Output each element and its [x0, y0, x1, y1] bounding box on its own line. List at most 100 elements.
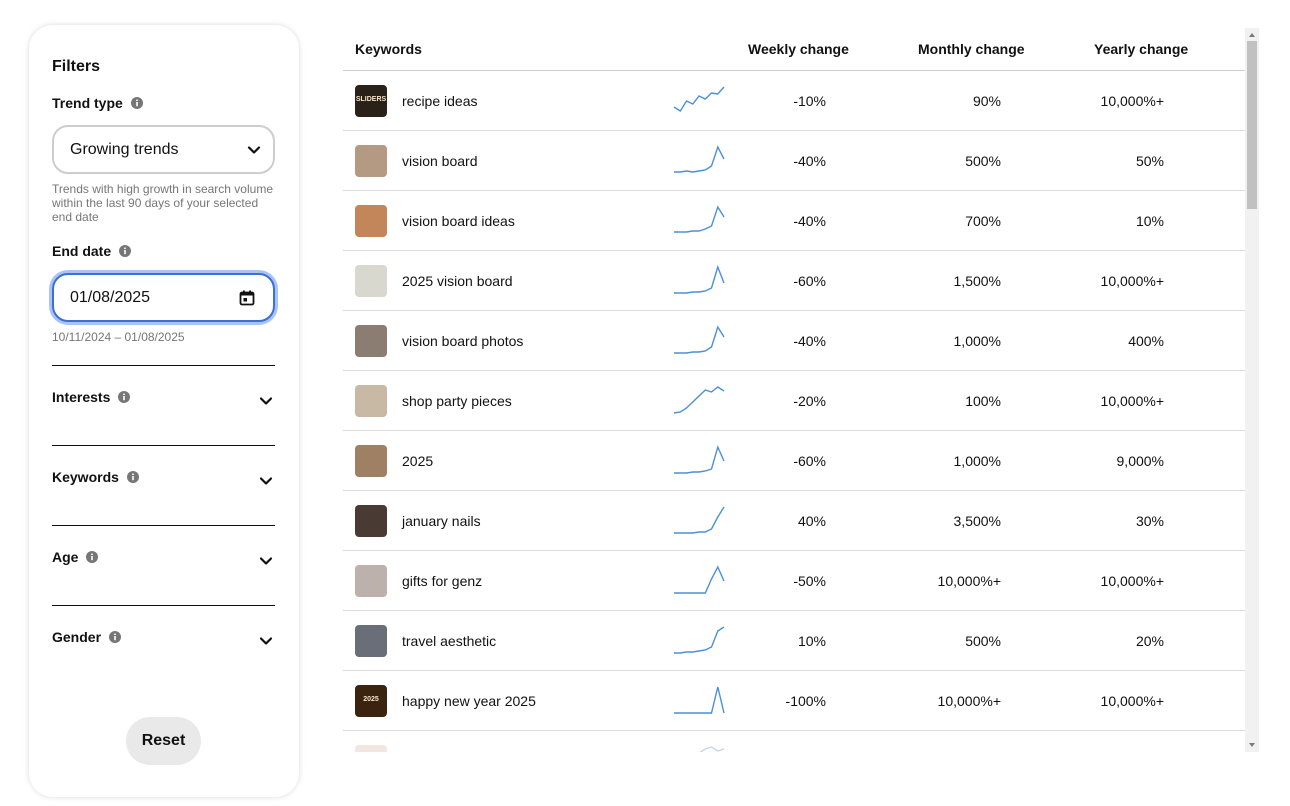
recipe-ideas-thumbnail: SLIDERS: [355, 85, 387, 117]
divider: [52, 525, 275, 526]
info-icon[interactable]: [119, 245, 132, 257]
age-label-row: Age: [52, 549, 99, 565]
happy-new-year-2025-thumbnail: 2025: [355, 685, 387, 717]
trend-sparkline: [674, 565, 725, 594]
keyword-link[interactable]: vision board: [402, 153, 478, 169]
keyword-link[interactable]: vision board photos: [402, 333, 523, 349]
interests-label-row: Interests: [52, 389, 131, 405]
trend-type-label-row: Trend type: [52, 95, 143, 111]
table-row[interactable]: 2025 happy new year 2025 -100% 10,000%+ 10,0…: [343, 671, 1245, 731]
scroll-down-arrow-icon[interactable]: [1248, 741, 1256, 749]
end-date-label-row: End date: [52, 243, 132, 259]
accordion-keywords[interactable]: Keywords: [52, 469, 275, 509]
header-yearly-change[interactable]: Yearly change: [1094, 41, 1188, 57]
sparkline-path: [674, 145, 725, 173]
age-label: Age: [52, 549, 79, 565]
accordion-interests[interactable]: Interests: [52, 389, 275, 429]
trend-sparkline: [674, 686, 725, 714]
travel-aesthetic-thumbnail: [355, 625, 387, 657]
table-row[interactable]: vision board ideas -40% 700% 10%: [343, 191, 1245, 251]
table-row[interactable]: shop party pieces -20% 100% 10,000%+: [343, 371, 1245, 431]
monthly-change-value: 500%: [965, 633, 1001, 649]
table-header: Keywords Weekly change Monthly change Ye…: [343, 25, 1245, 71]
sparkline-path: [673, 86, 725, 112]
keyword-link[interactable]: happy new year 2025: [402, 693, 536, 709]
table-row[interactable]: january nails 40% 3,500% 30%: [343, 491, 1245, 551]
gifts-for-genz-thumbnail: [355, 565, 387, 597]
info-icon[interactable]: [86, 551, 99, 563]
weekly-change-value: -10%: [793, 93, 826, 109]
scrollbar[interactable]: [1245, 28, 1259, 752]
sparkline-path: [674, 205, 725, 233]
calendar-icon[interactable]: [239, 290, 255, 306]
trend-sparkline: [699, 746, 725, 752]
trend-type-select[interactable]: Growing trends: [52, 125, 275, 174]
keywords-label: Keywords: [52, 469, 119, 485]
accordion-age[interactable]: Age: [52, 549, 275, 589]
end-date-label: End date: [52, 243, 112, 259]
keyword-link[interactable]: gifts for genz: [402, 573, 482, 589]
keyword-link[interactable]: travel aesthetic: [402, 633, 496, 649]
weekly-change-value: -40%: [793, 333, 826, 349]
table-row[interactable]: SLIDERS recipe ideas -10% 90% 10,000%+: [343, 71, 1245, 131]
monthly-change-value: 1,000%: [953, 333, 1001, 349]
monthly-change-value: 500%: [965, 153, 1001, 169]
yearly-change-value: 9,000%: [1116, 453, 1164, 469]
divider: [52, 445, 275, 446]
sparkline-path: [673, 386, 725, 414]
keyword-link[interactable]: shop party pieces: [402, 393, 512, 409]
2025-thumbnail: [355, 445, 387, 477]
info-icon[interactable]: [118, 391, 131, 403]
keyword-link[interactable]: recipe ideas: [402, 93, 478, 109]
info-icon[interactable]: [126, 471, 139, 483]
monthly-change-value: 700%: [965, 213, 1001, 229]
table-row[interactable]: [343, 731, 1245, 752]
info-icon[interactable]: [130, 97, 143, 109]
gender-label: Gender: [52, 629, 102, 645]
sparkline-path: [674, 444, 725, 474]
trend-sparkline: [674, 626, 725, 654]
shop-party-pieces-thumbnail: [355, 385, 387, 417]
interests-label: Interests: [52, 389, 111, 405]
info-icon[interactable]: [109, 631, 122, 643]
weekly-change-value: 40%: [797, 513, 826, 529]
sparkline-path: [674, 626, 725, 654]
keyword-link[interactable]: january nails: [402, 513, 481, 529]
keyword-link[interactable]: 2025: [402, 453, 433, 469]
header-keywords[interactable]: Keywords: [355, 41, 422, 57]
scroll-up-arrow-icon[interactable]: [1248, 31, 1256, 39]
end-date-input[interactable]: 01/08/2025: [52, 273, 275, 322]
trend-sparkline: [673, 86, 725, 112]
chevron-down-icon: [259, 397, 273, 405]
reset-button[interactable]: Reset: [126, 717, 201, 765]
keyword-link[interactable]: 2025 vision board: [402, 273, 513, 289]
end-date-range: 10/11/2024 – 01/08/2025: [52, 330, 185, 344]
yearly-change-value: 400%: [1128, 333, 1164, 349]
yearly-change-value: 10,000%+: [1100, 573, 1164, 589]
header-monthly-change[interactable]: Monthly change: [918, 41, 1025, 57]
gender-label-row: Gender: [52, 629, 122, 645]
table-row[interactable]: vision board -40% 500% 50%: [343, 131, 1245, 191]
table-row[interactable]: 2025 vision board -60% 1,500% 10,000%+: [343, 251, 1245, 311]
thumbnail-text: SLIDERS: [355, 96, 387, 103]
table-row[interactable]: gifts for genz -50% 10,000%+ 10,000%+: [343, 551, 1245, 611]
weekly-change-value: -50%: [793, 573, 826, 589]
keywords-label-row: Keywords: [52, 469, 139, 485]
chevron-down-icon: [247, 145, 261, 154]
keyword-link[interactable]: vision board ideas: [402, 213, 515, 229]
weekly-change-value: 10%: [797, 633, 826, 649]
header-weekly-change[interactable]: Weekly change: [748, 41, 849, 57]
table-row[interactable]: vision board photos -40% 1,000% 400%: [343, 311, 1245, 371]
table-row[interactable]: 2025 -60% 1,000% 9,000%: [343, 431, 1245, 491]
vision-board-ideas-thumbnail: [355, 205, 387, 237]
yearly-change-value: 10,000%+: [1100, 393, 1164, 409]
trend-sparkline: [674, 506, 725, 534]
trend-type-helper-text: Trends with high growth in search volume…: [52, 182, 273, 224]
weekly-change-value: -60%: [793, 453, 826, 469]
accordion-gender[interactable]: Gender: [52, 629, 275, 669]
sparkline-path: [674, 686, 725, 714]
yearly-change-value: 30%: [1135, 513, 1164, 529]
sparkline-path: [674, 565, 725, 594]
table-row[interactable]: travel aesthetic 10% 500% 20%: [343, 611, 1245, 671]
scrollbar-thumb[interactable]: [1247, 41, 1257, 209]
